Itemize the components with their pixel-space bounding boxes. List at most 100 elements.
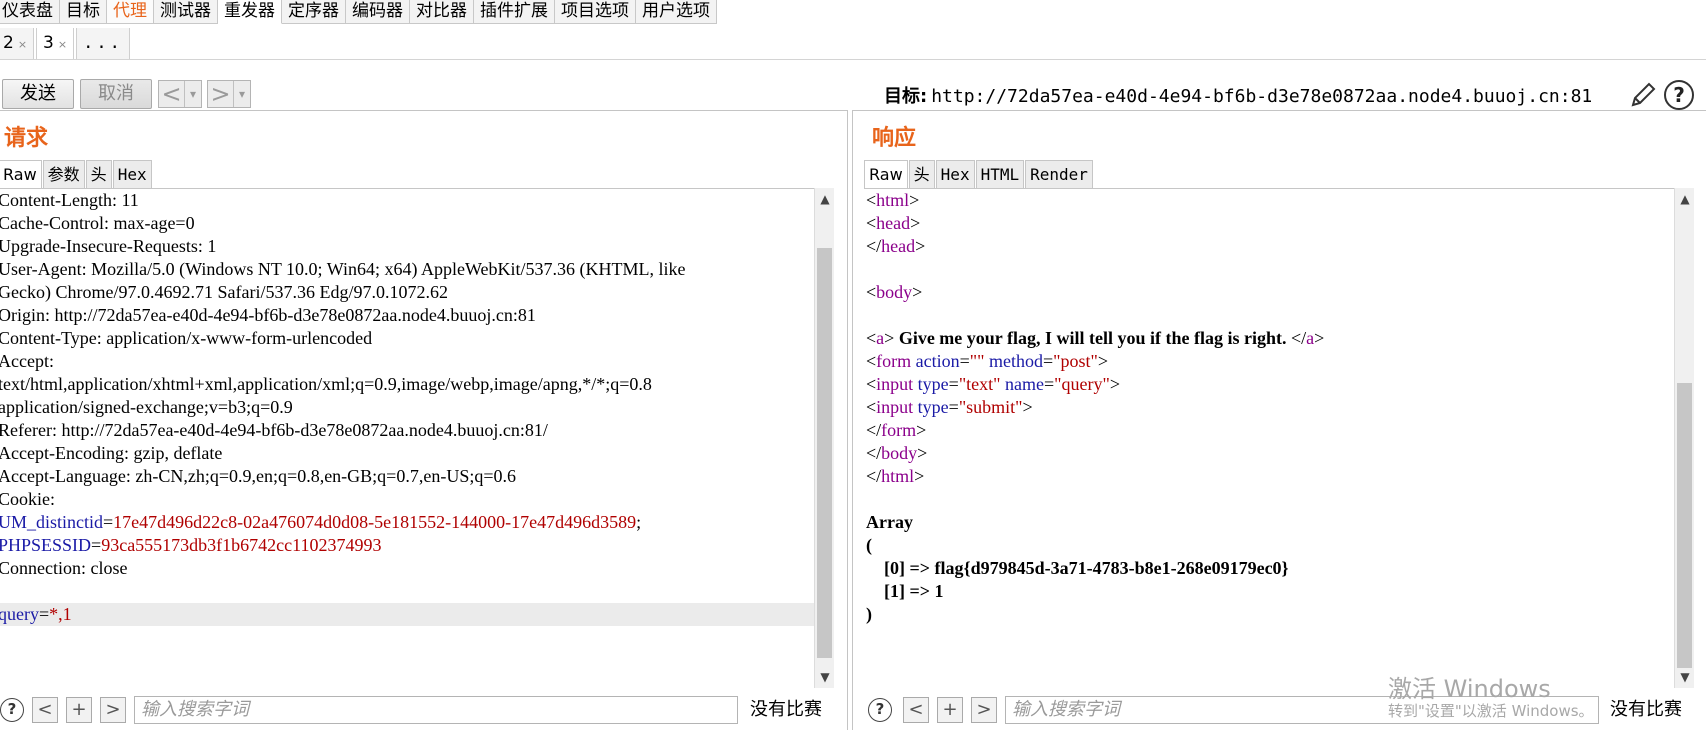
tab-extender[interactable]: 插件扩展 [474, 0, 555, 24]
response-line: ) [866, 604, 872, 624]
subtab-3[interactable]: 3 × [36, 28, 75, 60]
response-line: </body> [866, 443, 928, 463]
response-line: <head> [866, 213, 921, 233]
tag-name: body [881, 443, 918, 463]
send-button[interactable]: 发送 [2, 79, 74, 109]
search-add-button[interactable]: + [937, 697, 963, 723]
tab-response-raw[interactable]: Raw [864, 160, 908, 188]
search-next-button[interactable]: > [100, 697, 126, 723]
tab-proxy[interactable]: 代理 [107, 0, 154, 24]
attr-name: type [917, 374, 949, 394]
response-line: <html> [866, 190, 920, 210]
attr-value: "submit" [958, 397, 1023, 417]
tab-intruder[interactable]: 测试器 [154, 0, 218, 24]
dropdown-icon[interactable]: ▾ [234, 81, 250, 107]
attr-name: action [915, 351, 960, 371]
divider [0, 110, 848, 111]
cookie-line: PHPSESSID=93ca555173db3f1b6742cc11023749… [0, 534, 814, 557]
tab-response-headers[interactable]: 头 [908, 160, 935, 188]
search-prev-button[interactable]: < [32, 697, 58, 723]
scroll-thumb[interactable] [1677, 383, 1692, 668]
help-icon[interactable]: ? [0, 698, 24, 722]
chevron-right-icon: > [208, 81, 234, 107]
tab-sequencer[interactable]: 定序器 [282, 0, 346, 24]
tag-name: body [876, 282, 913, 302]
tab-response-render[interactable]: Render [1025, 160, 1093, 188]
tab-request-params[interactable]: 参数 [42, 160, 85, 188]
response-line: <a> Give me your flag, I will tell you i… [866, 328, 1325, 348]
close-icon[interactable]: × [58, 38, 67, 51]
tab-request-hex[interactable]: Hex [112, 160, 152, 188]
equals: = [91, 535, 102, 555]
request-line: application/signed-exchange;v=b3;q=0.9 [0, 397, 293, 417]
response-line: </head> [866, 236, 926, 256]
attr-value: "" [969, 351, 985, 371]
request-title: 请求 [4, 126, 49, 151]
help-icon[interactable]: ? [868, 698, 892, 722]
subtab-label: 2 [3, 33, 14, 53]
tab-decoder[interactable]: 编码器 [346, 0, 410, 24]
scroll-up-icon[interactable]: ▲ [815, 192, 835, 206]
subtab-2[interactable]: 2 × [0, 28, 35, 60]
cancel-button[interactable]: 取消 [80, 79, 152, 109]
tab-request-headers[interactable]: 头 [85, 160, 112, 188]
search-prev-button[interactable]: < [903, 697, 929, 723]
tab-request-raw[interactable]: Raw [0, 160, 42, 188]
request-editor[interactable]: Content-Length: 11 Cache-Control: max-ag… [0, 188, 814, 688]
search-add-button[interactable]: + [66, 697, 92, 723]
response-line: <input type="text" name="query"> [866, 374, 1120, 394]
help-icon[interactable]: ? [1664, 80, 1694, 110]
response-line: <input type="submit"> [866, 397, 1033, 417]
semicolon: ; [636, 512, 642, 532]
request-line: Origin: http://72da57ea-e40d-4e94-bf6b-d… [0, 305, 536, 325]
divider [852, 110, 1706, 111]
search-next-button[interactable]: > [971, 697, 997, 723]
request-line: Gecko) Chrome/97.0.4692.71 Safari/537.36… [0, 282, 448, 302]
match-count: 没有比赛 [750, 699, 822, 720]
history-back-button[interactable]: < ▾ [158, 80, 202, 108]
attr-name: name [1005, 374, 1044, 394]
request-search-input[interactable]: 输入搜索字词 [134, 696, 738, 724]
tab-comparer[interactable]: 对比器 [410, 0, 474, 24]
equals: = [103, 512, 114, 532]
dropdown-icon[interactable]: ▾ [185, 81, 201, 107]
response-editor[interactable]: <html> <head> </head> <body> <a> Give me… [864, 188, 1674, 688]
pencil-icon [1631, 82, 1656, 107]
tab-dashboard[interactable]: 仪表盘 [0, 0, 60, 24]
request-line: Upgrade-Insecure-Requests: 1 [0, 236, 217, 256]
response-line: ( [866, 535, 872, 555]
attr-value: "query" [1054, 374, 1110, 394]
tag-name: input [876, 397, 914, 417]
history-forward-button[interactable]: > ▾ [207, 80, 251, 108]
request-view-tabs: Raw 参数 头 Hex [0, 160, 153, 188]
response-scrollbar[interactable]: ▲ ▼ [1674, 188, 1694, 688]
scroll-down-icon[interactable]: ▼ [1675, 670, 1695, 684]
tab-response-html[interactable]: HTML [975, 160, 1025, 188]
scroll-thumb[interactable] [817, 248, 832, 658]
scroll-down-icon[interactable]: ▼ [815, 670, 835, 684]
tag-name: head [881, 236, 916, 256]
tab-user-options[interactable]: 用户选项 [636, 0, 717, 24]
request-line: User-Agent: Mozilla/5.0 (Windows NT 10.0… [0, 259, 686, 279]
tab-repeater[interactable]: 重发器 [218, 0, 282, 24]
flag-line: [0] => flag{d979845d-3a71-4783-b8e1-268e… [866, 558, 1289, 578]
equals: = [38, 604, 50, 624]
close-icon[interactable]: × [18, 38, 27, 51]
edit-target-button[interactable] [1628, 80, 1658, 110]
subtab-new[interactable]: ... [76, 28, 130, 60]
tag-name: a [1306, 328, 1315, 348]
scroll-up-icon[interactable]: ▲ [1675, 192, 1695, 206]
cookie-name: UM_distinctid [0, 512, 104, 532]
response-view-tabs: Raw 头 Hex HTML Render [864, 160, 1094, 188]
body-line: query=*,1 [0, 603, 814, 626]
tab-project-options[interactable]: 项目选项 [555, 0, 636, 24]
tab-target[interactable]: 目标 [60, 0, 107, 24]
subtab-label: 3 [43, 33, 54, 53]
tab-response-hex[interactable]: Hex [935, 160, 975, 188]
match-count: 没有比赛 [1610, 699, 1682, 720]
request-scrollbar[interactable]: ▲ ▼ [814, 188, 834, 688]
request-line: Connection: close [0, 558, 128, 578]
response-line: <body> [866, 282, 923, 302]
